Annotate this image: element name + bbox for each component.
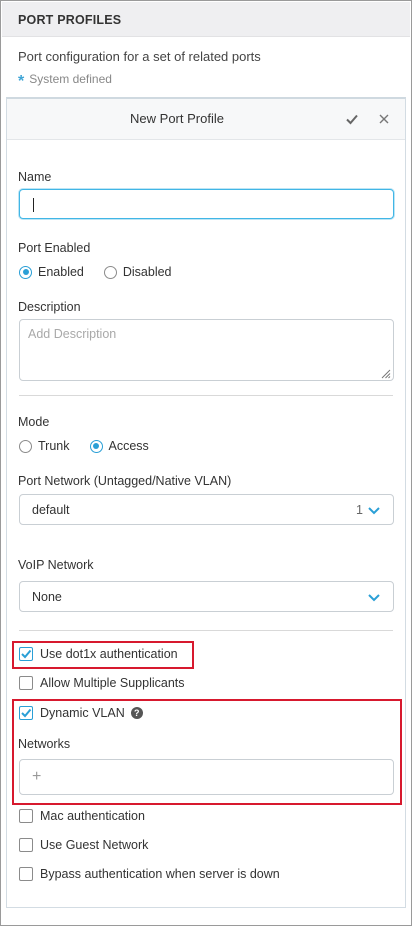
- port-network-value: default: [32, 503, 70, 517]
- description-label: Description: [18, 300, 81, 314]
- use-dot1x-checkbox-row[interactable]: Use dot1x authentication: [19, 647, 178, 661]
- radio-button[interactable]: [19, 439, 32, 453]
- mac-auth-checkbox[interactable]: [19, 809, 33, 823]
- dynamic-vlan-checkbox-row[interactable]: Dynamic VLAN ?: [19, 706, 143, 720]
- description-placeholder: Add Description: [28, 327, 117, 341]
- radio-button-selected[interactable]: [89, 439, 103, 453]
- radio-button-selected[interactable]: [19, 265, 32, 279]
- chevron-down-icon[interactable]: [367, 591, 381, 603]
- mac-auth-label: Mac authentication: [40, 809, 145, 823]
- bypass-auth-checkbox[interactable]: [19, 867, 33, 881]
- chevron-down-icon[interactable]: [367, 504, 381, 516]
- guest-network-checkbox[interactable]: [19, 838, 33, 852]
- radio-trunk[interactable]: Trunk: [19, 439, 70, 453]
- radio-disabled[interactable]: Disabled: [103, 265, 172, 279]
- section-description: Port configuration for a set of related …: [18, 49, 261, 64]
- add-icon[interactable]: +: [32, 768, 41, 786]
- system-defined-legend: * System defined: [18, 70, 112, 90]
- port-network-select[interactable]: default 1: [19, 494, 394, 525]
- radio-trunk-label: Trunk: [38, 439, 70, 453]
- section-title: PORT PROFILES: [18, 13, 122, 27]
- guest-network-checkbox-row[interactable]: Use Guest Network: [19, 838, 148, 852]
- checkmark-icon[interactable]: [343, 110, 361, 128]
- asterisk-icon: *: [18, 73, 25, 90]
- bypass-auth-label: Bypass authentication when server is dow…: [40, 867, 280, 881]
- voip-network-value: None: [32, 590, 62, 604]
- mode-label: Mode: [18, 415, 50, 429]
- name-input[interactable]: [19, 189, 394, 219]
- panel-header: New Port Profile: [7, 99, 405, 140]
- radio-button[interactable]: [103, 265, 117, 279]
- radio-access[interactable]: Access: [89, 439, 149, 453]
- dynamic-vlan-label: Dynamic VLAN: [40, 706, 125, 720]
- divider: [19, 630, 393, 631]
- help-icon[interactable]: ?: [130, 707, 143, 719]
- guest-network-label: Use Guest Network: [40, 838, 149, 852]
- text-cursor: [33, 198, 34, 212]
- mode-radio-group: Trunk Access: [19, 439, 169, 453]
- close-icon[interactable]: [375, 110, 393, 128]
- dynamic-vlan-checkbox[interactable]: [19, 706, 33, 720]
- port-enabled-label: Port Enabled: [18, 241, 91, 255]
- legend-text: System defined: [29, 72, 112, 86]
- mac-auth-checkbox-row[interactable]: Mac authentication: [19, 809, 145, 823]
- radio-enabled-label: Enabled: [38, 265, 84, 279]
- voip-network-select[interactable]: None: [19, 581, 394, 612]
- allow-multiple-checkbox[interactable]: [19, 676, 33, 690]
- section-header: PORT PROFILES: [2, 2, 410, 37]
- bypass-auth-checkbox-row[interactable]: Bypass authentication when server is dow…: [19, 867, 280, 881]
- networks-label: Networks: [18, 737, 71, 751]
- use-dot1x-label: Use dot1x authentication: [40, 647, 178, 661]
- vlan-id: 1: [356, 503, 363, 517]
- description-textarea[interactable]: Add Description: [19, 319, 394, 381]
- port-enabled-radio-group: Enabled Disabled: [19, 265, 192, 279]
- panel-title: New Port Profile: [130, 111, 224, 126]
- resize-handle-icon[interactable]: [379, 366, 391, 379]
- voip-network-label: VoIP Network: [18, 558, 94, 572]
- radio-enabled[interactable]: Enabled: [19, 265, 84, 279]
- allow-multiple-checkbox-row[interactable]: Allow Multiple Supplicants: [19, 676, 185, 690]
- radio-access-label: Access: [108, 439, 149, 453]
- allow-multiple-label: Allow Multiple Supplicants: [40, 676, 185, 690]
- radio-disabled-label: Disabled: [122, 265, 172, 279]
- use-dot1x-checkbox[interactable]: [19, 647, 33, 661]
- port-profiles-window: PORT PROFILES Port configuration for a s…: [0, 0, 412, 926]
- port-network-label: Port Network (Untagged/Native VLAN): [18, 474, 232, 488]
- networks-input[interactable]: +: [19, 759, 394, 795]
- name-label: Name: [18, 170, 52, 184]
- divider: [19, 395, 393, 396]
